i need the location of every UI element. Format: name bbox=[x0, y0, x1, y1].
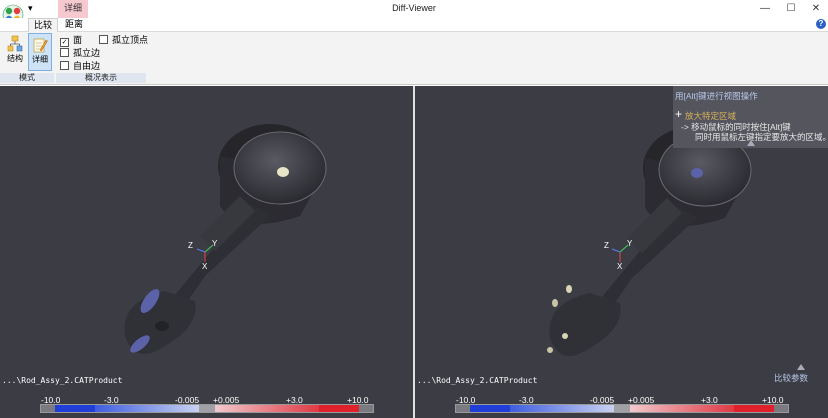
maximize-button[interactable]: ☐ bbox=[778, 0, 804, 18]
window-title: Diff-Viewer bbox=[392, 3, 436, 13]
hint-title: 用[Alt]键进行视图操作 bbox=[675, 91, 758, 101]
viewport-left[interactable]: Z Y X ...\Rod_Assy_2.CATProduct -10.0 -3… bbox=[0, 86, 413, 418]
axis-y-label: Y bbox=[212, 239, 218, 248]
axis-z-label: Z bbox=[188, 241, 193, 250]
checkbox-isolated-edge-box[interactable] bbox=[60, 48, 69, 57]
compare-params-link[interactable]: 比较参数 bbox=[774, 372, 808, 384]
zoom-plus-icon: + bbox=[675, 107, 683, 121]
help-icon[interactable]: ? bbox=[816, 19, 826, 29]
file-path-left: ...\Rod_Assy_2.CATProduct bbox=[2, 376, 123, 385]
model-render-left[interactable] bbox=[0, 86, 413, 418]
scale-seg-blue-grad bbox=[510, 405, 614, 412]
checkbox-isolated-vertex[interactable]: 孤立顶点 bbox=[99, 35, 148, 46]
checkbox-isolated-edge-label: 孤立边 bbox=[73, 48, 101, 58]
checkbox-isolated-edge[interactable]: 孤立边 bbox=[60, 48, 100, 59]
scale-seg-red-grad bbox=[630, 405, 734, 412]
color-scale-bar-right bbox=[455, 404, 789, 413]
checkbox-isolated-vertex-box[interactable] bbox=[99, 35, 108, 44]
scale-seg-out-neg bbox=[456, 405, 470, 412]
scale-seg-red bbox=[319, 405, 359, 412]
ribbon-tabs: 比较 距离 ? bbox=[0, 18, 828, 32]
checkbox-free-edge[interactable]: 自由边 bbox=[60, 61, 100, 72]
detail-mode-label: 详细 bbox=[32, 55, 48, 64]
scale-seg-out-pos bbox=[359, 405, 373, 412]
color-scale-bar-left bbox=[40, 404, 374, 413]
checkbox-face[interactable]: ✓ 面 bbox=[60, 35, 83, 47]
minimize-button[interactable]: — bbox=[752, 0, 778, 18]
tab-compare[interactable]: 比较 bbox=[28, 18, 59, 32]
scale-seg-red bbox=[734, 405, 774, 412]
detail-edit-icon bbox=[33, 38, 48, 53]
axis-y-label: Y bbox=[627, 239, 633, 248]
axis-x-label: X bbox=[617, 262, 623, 271]
scale-seg-blue-grad bbox=[95, 405, 199, 412]
checkbox-face-label: 面 bbox=[73, 35, 83, 45]
scale-seg-out-neg bbox=[41, 405, 55, 412]
structure-icon bbox=[7, 35, 23, 52]
file-path-right: ...\Rod_Assy_2.CATProduct bbox=[417, 376, 538, 385]
expand-triangle-icon[interactable] bbox=[797, 364, 805, 370]
close-button[interactable]: ✕ bbox=[803, 0, 828, 18]
axis-z-label: Z bbox=[604, 241, 609, 250]
scale-seg-blue bbox=[470, 405, 510, 412]
checkbox-face-box[interactable]: ✓ bbox=[60, 38, 69, 47]
detail-mode-button[interactable]: 详细 bbox=[28, 33, 52, 71]
view-hint-panel: 用[Alt]键进行视图操作 + 放大特定区域 -> 移动鼠标的同时按住[Alt]… bbox=[673, 86, 828, 148]
checkbox-free-edge-label: 自由边 bbox=[73, 61, 101, 71]
scale-seg-neutral bbox=[614, 405, 630, 412]
title-bar: ▾ 详细 Diff-Viewer — ☐ ✕ bbox=[0, 0, 828, 26]
mode-group-label: 模式 bbox=[0, 73, 54, 83]
ribbon-panel: 结构 详细 模式 ✓ 面 孤立顶点 孤立边 自由边 概况表示 bbox=[0, 32, 828, 85]
structure-mode-label: 结构 bbox=[7, 54, 23, 63]
checkbox-isolated-vertex-label: 孤立顶点 bbox=[112, 35, 149, 45]
axis-x-label: X bbox=[202, 262, 208, 271]
scale-seg-red-grad bbox=[215, 405, 319, 412]
scale-seg-neutral bbox=[199, 405, 215, 412]
overview-group-label: 概况表示 bbox=[56, 73, 146, 83]
scale-seg-out-pos bbox=[774, 405, 788, 412]
scale-seg-blue bbox=[55, 405, 95, 412]
hint-line-2: 同时用鼠标左键指定要放大的区域。 bbox=[695, 132, 828, 142]
structure-mode-button[interactable]: 结构 bbox=[4, 33, 26, 69]
tab-distance[interactable]: 距离 bbox=[60, 18, 88, 31]
viewport-right[interactable]: Z Y X 用[Alt]键进行视图操作 + 放大特定区域 -> 移动鼠标的同时按… bbox=[415, 86, 828, 418]
checkbox-free-edge-box[interactable] bbox=[60, 61, 69, 70]
collapse-triangle-icon[interactable] bbox=[747, 140, 755, 146]
